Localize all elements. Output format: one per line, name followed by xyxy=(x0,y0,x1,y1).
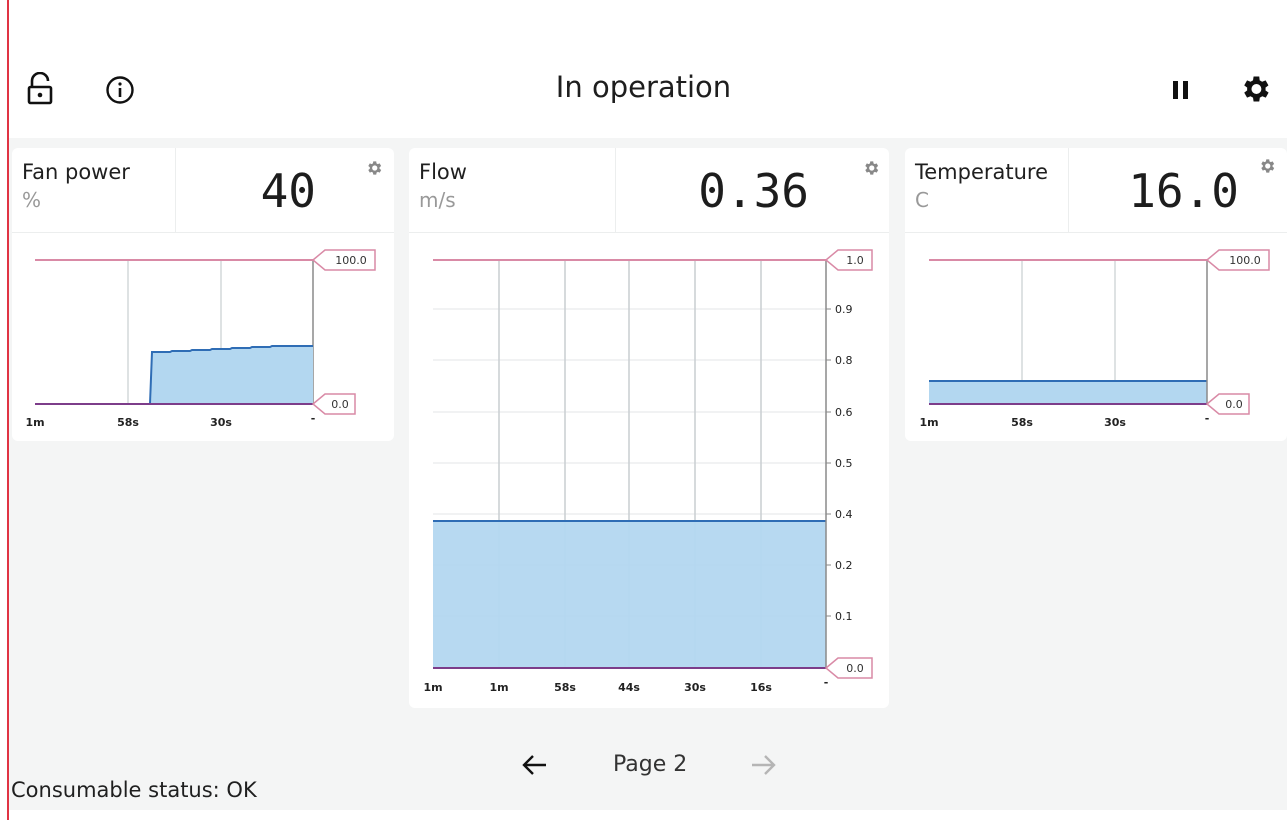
card-unit: C xyxy=(915,188,929,212)
pause-icon[interactable] xyxy=(1171,79,1191,101)
card-label: Fan power xyxy=(22,160,130,184)
y-tick-label: 0.8 xyxy=(835,354,853,367)
upper-limit-label: 100.0 xyxy=(1229,254,1261,267)
lower-limit-label: 0.0 xyxy=(1225,398,1243,411)
card-unit: m/s xyxy=(419,188,456,212)
header-divider xyxy=(175,148,176,232)
y-tick-label: 0.2 xyxy=(835,559,853,572)
upper-limit-tag: 100.0 xyxy=(1205,249,1270,271)
x-tick-label: 58s xyxy=(554,681,576,694)
card-label: Temperature xyxy=(915,160,1049,184)
x-tick-label: 58s xyxy=(117,416,139,429)
arrow-right-icon xyxy=(752,755,776,775)
lower-limit-label: 0.0 xyxy=(846,662,864,675)
header-divider xyxy=(1068,148,1069,232)
flow-chart: 1.0 0.0 0.9 0.8 0.6 0.5 0.4 0.2 0.1 1m 1… xyxy=(423,249,873,694)
upper-limit-tag: 100.0 xyxy=(311,249,376,271)
data-area xyxy=(433,521,826,668)
card-settings-gear-icon[interactable] xyxy=(1258,157,1276,175)
y-tick-label: 0.4 xyxy=(835,508,853,521)
x-tick-label: 30s xyxy=(210,416,232,429)
card-unit: % xyxy=(22,188,42,212)
y-tick-label: 0.6 xyxy=(835,406,853,419)
lower-limit-tag: 0.0 xyxy=(1205,393,1250,415)
x-tick-label: 1m xyxy=(489,681,508,694)
arrow-left-icon xyxy=(522,755,546,775)
data-area xyxy=(929,381,1207,404)
flow-card: Flow m/s 0.36 1.0 0.0 0.9 0.8 0.6 0.5 0.… xyxy=(409,148,889,708)
next-page-button[interactable] xyxy=(746,748,780,786)
upper-limit-tag: 1.0 xyxy=(824,249,873,271)
upper-limit-label: 100.0 xyxy=(335,254,367,267)
x-tick-label: - xyxy=(824,676,829,689)
x-tick-label: 1m xyxy=(919,416,938,429)
x-tick-label: - xyxy=(1205,412,1210,425)
card-value: 16.0 xyxy=(1128,164,1239,218)
lower-limit-tag: 0.0 xyxy=(311,393,356,415)
prev-page-button[interactable] xyxy=(518,748,552,786)
data-area xyxy=(151,345,313,404)
x-tick-label: 58s xyxy=(1011,416,1033,429)
x-tick-label: 16s xyxy=(750,681,772,694)
x-tick-label: 44s xyxy=(618,681,640,694)
temperature-card: Temperature C 16.0 100.0 0.0 1m 58s 30s … xyxy=(905,148,1287,441)
gear-icon[interactable] xyxy=(1238,72,1272,106)
fan-power-card: Fan power % 40 100.0 0.0 1m 58s 30s - xyxy=(12,148,394,441)
x-tick-label: 1m xyxy=(423,681,442,694)
card-label: Flow xyxy=(419,160,467,184)
consumable-status: Consumable status: OK xyxy=(11,778,257,802)
x-tick-label: - xyxy=(311,412,316,425)
page-indicator: Page 2 xyxy=(613,752,688,777)
content-area: Fan power % 40 100.0 0.0 1m 58s 30s - Fl… xyxy=(9,138,1287,810)
x-tick-label: 30s xyxy=(1104,416,1126,429)
y-tick-label: 0.9 xyxy=(835,303,853,316)
page-title: In operation xyxy=(555,70,732,104)
lower-limit-label: 0.0 xyxy=(331,398,349,411)
y-tick-label: 0.1 xyxy=(835,610,853,623)
fan-power-chart: 100.0 0.0 1m 58s 30s - xyxy=(25,249,376,429)
card-settings-gear-icon[interactable] xyxy=(862,159,880,177)
x-tick-label: 1m xyxy=(25,416,44,429)
card-value: 0.36 xyxy=(698,164,809,218)
card-value: 40 xyxy=(260,164,316,218)
temperature-chart: 100.0 0.0 1m 58s 30s - xyxy=(919,249,1270,429)
card-settings-gear-icon[interactable] xyxy=(365,159,383,177)
lower-limit-tag: 0.0 xyxy=(824,657,873,679)
y-tick-label: 0.5 xyxy=(835,457,853,470)
x-tick-label: 30s xyxy=(684,681,706,694)
header-divider xyxy=(615,148,616,232)
upper-limit-label: 1.0 xyxy=(846,254,864,267)
